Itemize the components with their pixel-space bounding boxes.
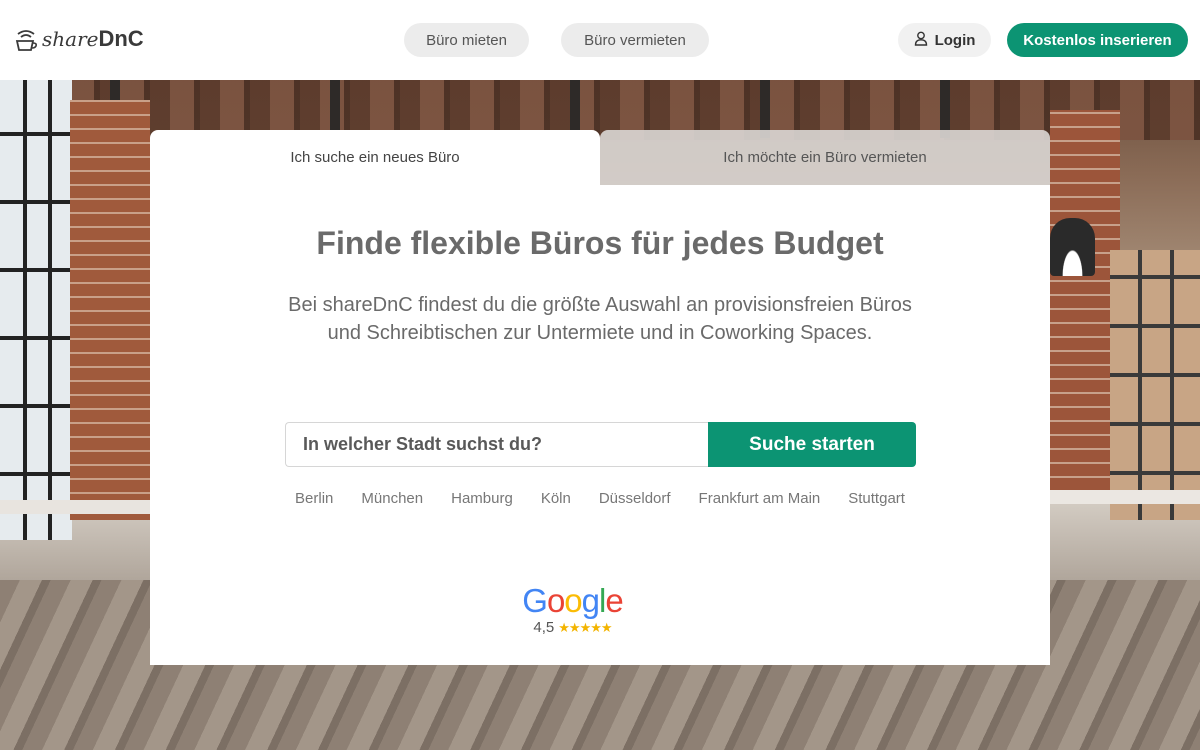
page-title: Finde flexible Büros für jedes Budget bbox=[316, 225, 884, 261]
city-link[interactable]: Hamburg bbox=[451, 490, 513, 507]
google-rating-badge[interactable]: Google 4,5 ★★★★★ bbox=[520, 582, 625, 637]
google-logo: Google bbox=[522, 582, 623, 619]
popular-cities: Berlin München Hamburg Köln Düsseldorf F… bbox=[150, 490, 1050, 507]
card-body: Finde flexible Büros für jedes Budget Be… bbox=[150, 185, 1050, 665]
desk-left bbox=[0, 500, 150, 514]
search-card: Ich suche ein neues Büro Ich möchte ein … bbox=[150, 130, 1050, 665]
pendant-lamp bbox=[1050, 218, 1095, 276]
login-button[interactable]: Login bbox=[898, 23, 991, 57]
search-button[interactable]: Suche starten bbox=[708, 422, 916, 467]
city-link[interactable]: Stuttgart bbox=[848, 490, 905, 507]
search-bar: Suche starten bbox=[285, 422, 916, 467]
desk-right bbox=[1050, 490, 1200, 504]
city-link[interactable]: Düsseldorf bbox=[599, 490, 671, 507]
site-header: share DnC Büro mieten Büro vermieten Log… bbox=[0, 0, 1200, 80]
logo[interactable]: share DnC bbox=[14, 22, 144, 56]
coffee-cup-wifi-icon bbox=[14, 25, 38, 53]
rating-value: 4,5 bbox=[533, 619, 555, 636]
logo-text-share: share bbox=[42, 27, 99, 51]
user-icon bbox=[914, 31, 928, 50]
kostenlos-inserieren-button[interactable]: Kostenlos inserieren bbox=[1007, 23, 1188, 57]
city-link[interactable]: München bbox=[361, 490, 423, 507]
tab-buero-vermieten[interactable]: Ich möchte ein Büro vermieten bbox=[600, 130, 1050, 185]
city-link[interactable]: Frankfurt am Main bbox=[699, 490, 821, 507]
page-subtitle: Bei shareDnC findest du die größte Auswa… bbox=[288, 294, 912, 344]
city-search-input[interactable] bbox=[285, 422, 708, 467]
nav-buero-vermieten[interactable]: Büro vermieten bbox=[561, 23, 709, 57]
city-link[interactable]: Berlin bbox=[295, 490, 333, 507]
brick-wall-left bbox=[70, 100, 150, 520]
window-left bbox=[0, 80, 72, 540]
city-link[interactable]: Köln bbox=[541, 490, 571, 507]
star-rating-icon: ★★★★★ bbox=[558, 619, 612, 635]
rating-row: 4,5 ★★★★★ bbox=[520, 619, 625, 636]
window-right bbox=[1110, 250, 1200, 520]
login-label: Login bbox=[934, 31, 976, 49]
tab-buero-suchen[interactable]: Ich suche ein neues Büro bbox=[150, 130, 600, 185]
nav-buero-mieten[interactable]: Büro mieten bbox=[404, 23, 529, 57]
logo-text-dnc: DnC bbox=[98, 26, 144, 51]
